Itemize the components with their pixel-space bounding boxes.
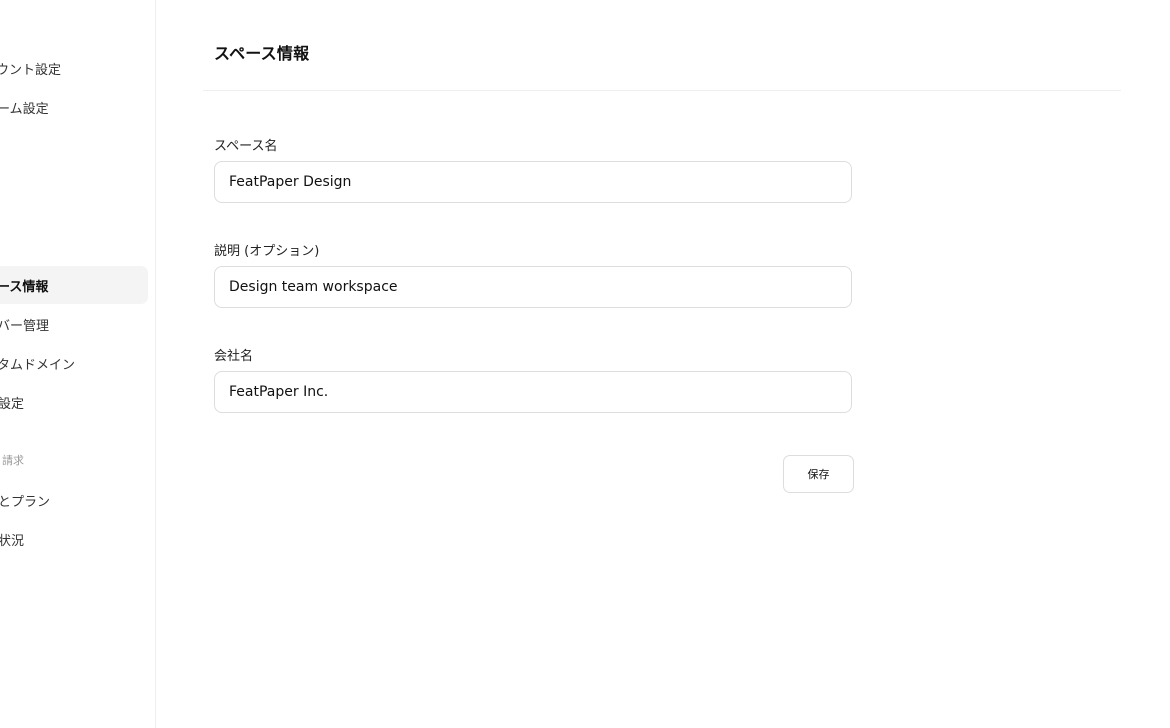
- sidebar-item-label: とプラン: [0, 494, 51, 510]
- sidebar-item-label: 設定: [0, 396, 25, 412]
- sidebar: ウント設定 ーム設定 ース情報 バー管理 タムドメイン 設定 請求 とプラン 状…: [0, 0, 156, 728]
- sidebar-item-label: バー管理: [0, 318, 50, 334]
- main-content: スペース情報 スペース名 説明 (オプション) 会社名 保存: [156, 0, 1170, 728]
- description-input[interactable]: [214, 266, 852, 308]
- page-title: スペース情報: [214, 44, 310, 63]
- title-divider: [203, 90, 1121, 91]
- space-name-label: スペース名: [214, 139, 278, 154]
- sidebar-item-label: ース情報: [0, 279, 49, 295]
- sidebar-item-usage-status[interactable]: 状況: [0, 520, 148, 558]
- sidebar-item-account-settings[interactable]: ウント設定: [0, 49, 148, 87]
- sidebar-item-other-settings[interactable]: 設定: [0, 383, 148, 421]
- description-label: 説明 (オプション): [214, 244, 320, 259]
- sidebar-item-label: 状況: [0, 533, 25, 549]
- sidebar-item-space-info[interactable]: ース情報: [0, 266, 148, 304]
- company-name-label: 会社名: [214, 349, 254, 364]
- sidebar-item-label: ウント設定: [0, 62, 62, 78]
- company-name-input[interactable]: [214, 371, 852, 413]
- sidebar-item-label: タムドメイン: [0, 357, 76, 373]
- sidebar-item-custom-domain[interactable]: タムドメイン: [0, 344, 148, 382]
- sidebar-item-label: ーム設定: [0, 101, 49, 117]
- sidebar-item-member-management[interactable]: バー管理: [0, 305, 148, 343]
- save-button[interactable]: 保存: [783, 455, 854, 493]
- sidebar-section-label: 請求: [2, 454, 24, 467]
- settings-app: ウント設定 ーム設定 ース情報 バー管理 タムドメイン 設定 請求 とプラン 状…: [0, 0, 1170, 728]
- space-name-input[interactable]: [214, 161, 852, 203]
- sidebar-item-plan[interactable]: とプラン: [0, 481, 148, 519]
- sidebar-item-team-settings[interactable]: ーム設定: [0, 88, 148, 126]
